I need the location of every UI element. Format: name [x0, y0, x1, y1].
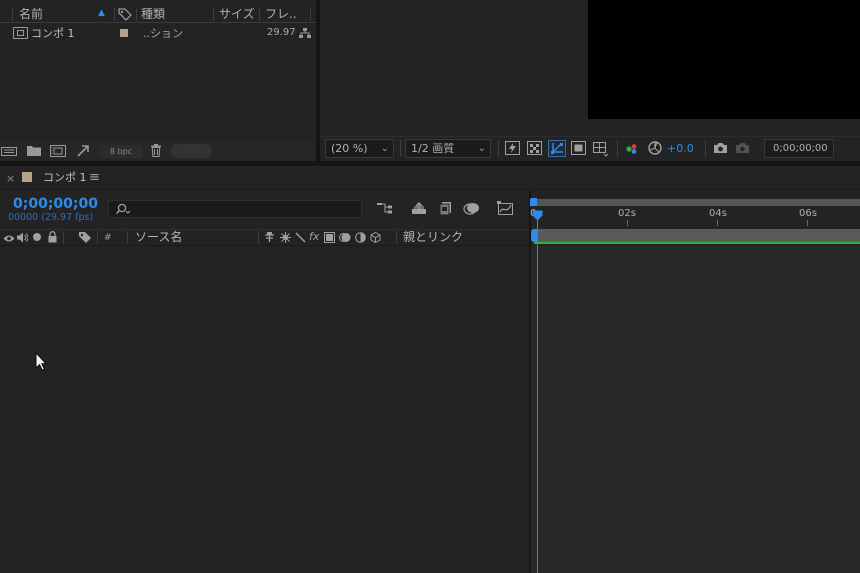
3d-layer-switch-icon[interactable]	[370, 231, 381, 246]
composition-duration-bar[interactable]	[534, 229, 860, 242]
project-item-name[interactable]: コンポ 1	[31, 28, 75, 39]
column-divider	[213, 7, 214, 21]
composition-icon	[13, 27, 28, 39]
collapse-transformations-icon[interactable]	[280, 232, 291, 246]
snapshot-camera-icon[interactable]	[713, 142, 728, 157]
toolbar-divider	[705, 140, 706, 157]
flowchart-icon[interactable]	[298, 27, 312, 43]
playhead-icon[interactable]	[532, 210, 543, 221]
grid-guide-options-icon[interactable]	[592, 141, 610, 160]
motion-blur-switch-icon[interactable]	[339, 232, 351, 246]
column-name[interactable]: 名前	[19, 8, 43, 20]
column-divider	[258, 231, 259, 244]
column-divider	[97, 231, 98, 244]
search-icon	[115, 203, 131, 218]
exposure-value[interactable]: +0.0	[667, 143, 694, 154]
label-color-swatch[interactable]	[120, 29, 128, 37]
audio-speaker-icon[interactable]	[16, 232, 29, 246]
video-eye-icon[interactable]	[3, 233, 15, 246]
project-bit-depth[interactable]: 8 bpc	[99, 145, 143, 158]
project-item-type: ..ション	[143, 27, 183, 40]
new-composition-icon[interactable]	[50, 145, 66, 160]
column-divider	[63, 231, 64, 244]
thumbnail-slider[interactable]	[171, 144, 212, 158]
show-channel-icon[interactable]	[625, 143, 639, 158]
frame-blending-icon[interactable]	[463, 201, 480, 219]
magnification-value: (20 %)	[331, 142, 368, 155]
column-divider	[310, 7, 311, 21]
render-cache-indicator	[534, 242, 860, 244]
label-color-swatch	[22, 172, 32, 182]
ruler-label-02s: 02s	[618, 208, 636, 219]
ruler-tick	[717, 220, 718, 226]
timeline-tab-bar	[0, 166, 860, 190]
quality-switch-icon[interactable]	[295, 232, 306, 246]
column-layer-number[interactable]: #	[104, 234, 112, 243]
reset-exposure-icon[interactable]	[648, 141, 662, 158]
effect-switch-icon[interactable]: fx	[309, 231, 319, 242]
label-tag-icon[interactable]	[78, 231, 92, 247]
work-area-bar[interactable]	[534, 199, 860, 206]
viewer-timecode-value: 0;00;00;00	[773, 143, 828, 154]
panel-menu-icon[interactable]: ≡	[89, 171, 100, 184]
shy-switch-icon[interactable]	[264, 232, 275, 246]
column-divider	[136, 7, 137, 21]
graph-editor-icon[interactable]	[497, 201, 514, 219]
adjustment-layer-switch-icon[interactable]	[355, 232, 366, 246]
column-divider	[259, 7, 260, 21]
column-size[interactable]: サイズ	[219, 8, 255, 20]
resolution-dropdown[interactable]: 1/2 画質 ⌄	[405, 139, 491, 158]
region-of-interest-icon[interactable]	[571, 141, 586, 158]
frame-count-fps: 00000 (29.97 fps)	[8, 212, 94, 223]
fast-previews-icon[interactable]	[505, 141, 520, 158]
toolbar-divider	[617, 140, 618, 157]
draft-3d-icon[interactable]	[411, 202, 427, 218]
transparency-grid-icon[interactable]	[527, 141, 542, 158]
column-parent-link[interactable]: 親とリンク	[403, 231, 463, 243]
time-graph-area[interactable]	[531, 246, 860, 573]
ruler-tick	[627, 220, 628, 226]
adjust-project-render-icon[interactable]	[76, 144, 90, 160]
ruler-label-04s: 04s	[709, 208, 727, 219]
mouse-cursor-icon	[35, 351, 48, 374]
current-time-display[interactable]: 0;00;00;00	[13, 197, 98, 211]
label-tag-icon[interactable]	[118, 8, 132, 23]
layer-search-input[interactable]	[108, 200, 362, 218]
frame-blend-switch-icon[interactable]	[324, 232, 335, 246]
mask-visibility-toggle[interactable]	[548, 140, 566, 157]
chevron-down-icon: ⌄	[477, 143, 486, 154]
ruler-label-06s: 06s	[799, 208, 817, 219]
composition-canvas[interactable]	[588, 0, 860, 119]
magnification-dropdown[interactable]: (20 %) ⌄	[325, 139, 394, 158]
composition-mini-flowchart-icon[interactable]	[377, 202, 393, 218]
project-item-fps: 29.97	[267, 27, 296, 38]
resolution-value: 1/2 画質	[411, 142, 455, 155]
show-snapshot-icon[interactable]	[735, 141, 750, 157]
timeline-tab-title[interactable]: コンポ 1	[43, 172, 87, 183]
column-source-name[interactable]: ソース名	[135, 231, 182, 243]
trash-icon[interactable]	[150, 144, 162, 160]
column-type[interactable]: 種類	[141, 8, 165, 20]
close-tab-icon[interactable]: ×	[6, 173, 15, 184]
column-divider	[127, 231, 128, 244]
current-time-indicator-line[interactable]	[537, 212, 538, 573]
interpret-footage-icon[interactable]	[1, 145, 17, 160]
lock-icon[interactable]	[47, 231, 58, 246]
column-frame-rate[interactable]: フレ..	[265, 8, 297, 20]
new-folder-icon[interactable]	[27, 145, 41, 159]
toolbar-divider	[400, 140, 401, 157]
chevron-down-icon: ⌄	[380, 143, 389, 154]
column-divider	[396, 231, 397, 244]
viewer-timecode-field[interactable]: 0;00;00;00	[764, 139, 834, 158]
column-divider	[114, 7, 115, 21]
solo-icon[interactable]	[33, 233, 41, 241]
sort-ascending-icon[interactable]: ▲	[98, 9, 105, 18]
column-divider	[12, 7, 13, 21]
ruler-tick	[807, 220, 808, 226]
toolbar-divider	[498, 140, 499, 157]
hide-shy-layers-icon[interactable]	[437, 201, 452, 219]
layer-list-area[interactable]	[0, 246, 529, 573]
